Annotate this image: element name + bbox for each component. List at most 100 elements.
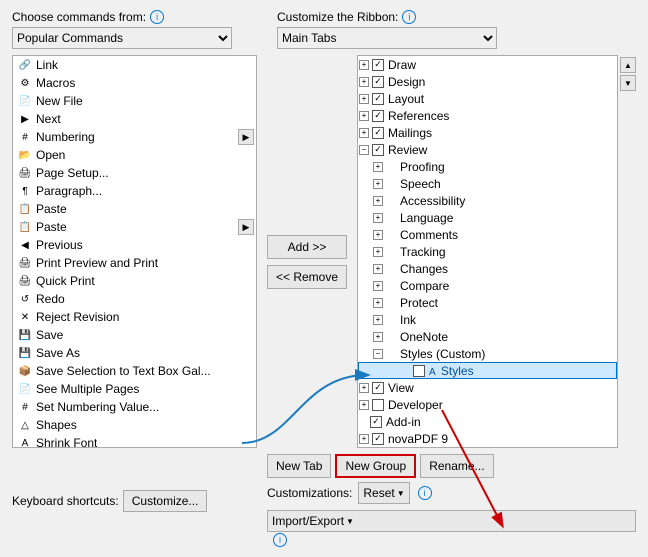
tree-expand-icon[interactable]: −	[373, 349, 383, 359]
tree-item[interactable]: +novaPDF 9	[358, 430, 617, 447]
tree-item[interactable]: +Changes	[358, 260, 617, 277]
tree-expand-icon[interactable]: +	[359, 77, 369, 87]
add-button[interactable]: Add >>	[267, 235, 347, 259]
tree-item[interactable]: −Review	[358, 141, 617, 158]
left-list-item[interactable]: 🖨Page Setup...	[13, 164, 256, 182]
tree-checkbox[interactable]	[372, 127, 384, 139]
left-list-item[interactable]: 🔗Link	[13, 56, 256, 74]
tree-expand-icon[interactable]: +	[373, 315, 383, 325]
tree-expand-icon[interactable]: +	[373, 162, 383, 172]
left-list-item[interactable]: ↺Redo	[13, 290, 256, 308]
tree-item[interactable]: +References	[358, 107, 617, 124]
reset-dropdown[interactable]: Reset ▼	[358, 482, 409, 504]
tree-item[interactable]: +Proofing	[358, 158, 617, 175]
tree-item[interactable]: +Protect	[358, 294, 617, 311]
left-list-item[interactable]: 📋Paste▶	[13, 218, 256, 236]
left-list-item[interactable]: △Shapes	[13, 416, 256, 434]
tree-item[interactable]: +Compare	[358, 277, 617, 294]
left-list-item[interactable]: 📂Open	[13, 146, 256, 164]
tree-item[interactable]: +Design	[358, 73, 617, 90]
scroll-down-button[interactable]: ▼	[620, 75, 636, 91]
tree-item[interactable]: +Developer	[358, 396, 617, 413]
tree-item[interactable]: +Draw	[358, 56, 617, 73]
customizations-info-icon[interactable]: i	[418, 486, 432, 500]
tree-expand-icon[interactable]: +	[373, 179, 383, 189]
left-list-item[interactable]: #Numbering▶	[13, 128, 256, 146]
left-list-item[interactable]: 💾Save As	[13, 344, 256, 362]
new-group-button[interactable]: New Group	[335, 454, 416, 478]
tree-expand-icon[interactable]: +	[359, 60, 369, 70]
tree-checkbox[interactable]	[372, 110, 384, 122]
tree-expand-icon[interactable]: +	[373, 230, 383, 240]
left-list-item[interactable]: 💾Save	[13, 326, 256, 344]
left-list-item[interactable]: 📋Paste	[13, 200, 256, 218]
tree-expand-icon[interactable]: +	[359, 128, 369, 138]
list-item-text: Set Numbering Value...	[36, 400, 159, 414]
import-export-info-icon[interactable]: i	[273, 533, 287, 547]
left-list-item[interactable]: 🖨Quick Print	[13, 272, 256, 290]
left-panel: 🔗Link⚙Macros📄New File▶Next#Numbering▶📂Op…	[12, 55, 257, 448]
left-list-item[interactable]: ¶Paragraph...	[13, 182, 256, 200]
left-info-icon[interactable]: i	[150, 10, 164, 24]
expand-more-icon[interactable]: ▶	[238, 129, 254, 145]
scroll-up-button[interactable]: ▲	[620, 57, 636, 73]
right-info-icon[interactable]: i	[402, 10, 416, 24]
tree-expand-icon[interactable]: +	[359, 400, 369, 410]
left-list-item[interactable]: 📄See Multiple Pages	[13, 380, 256, 398]
left-list-item[interactable]: ⚙Macros	[13, 74, 256, 92]
tree-checkbox[interactable]	[372, 433, 384, 445]
tree-expand-icon[interactable]: +	[373, 281, 383, 291]
tree-checkbox[interactable]	[372, 59, 384, 71]
tree-expand-icon[interactable]: +	[373, 298, 383, 308]
tree-item[interactable]: +Layout	[358, 90, 617, 107]
left-dropdown[interactable]: Popular Commands	[12, 27, 232, 49]
tree-item[interactable]: +Accessibility	[358, 192, 617, 209]
left-list-item[interactable]: 🖨Print Preview and Print	[13, 254, 256, 272]
customize-button[interactable]: Customize...	[123, 490, 208, 512]
right-dropdown[interactable]: Main Tabs	[277, 27, 497, 49]
tree-item[interactable]: +Language	[358, 209, 617, 226]
expand-more-icon[interactable]: ▶	[238, 219, 254, 235]
tree-item[interactable]: +Comments	[358, 226, 617, 243]
right-tree-list[interactable]: +Draw+Design+Layout+References+Mailings−…	[357, 55, 618, 448]
tree-checkbox[interactable]	[372, 144, 384, 156]
tree-expand-icon[interactable]: +	[373, 213, 383, 223]
remove-button[interactable]: << Remove	[267, 265, 347, 289]
tree-expand-icon[interactable]: +	[373, 196, 383, 206]
left-list-item[interactable]: ▶Next	[13, 110, 256, 128]
tree-checkbox[interactable]	[372, 93, 384, 105]
left-list-item[interactable]: ◀Previous	[13, 236, 256, 254]
tree-item[interactable]: A Styles	[358, 362, 617, 379]
tree-expand-icon[interactable]: +	[373, 332, 383, 342]
tree-expand-icon[interactable]: −	[359, 145, 369, 155]
tree-expand-icon[interactable]: +	[359, 434, 369, 444]
tree-checkbox[interactable]	[370, 416, 382, 428]
tree-expand-icon[interactable]: +	[373, 247, 383, 257]
tree-expand-icon[interactable]: +	[359, 111, 369, 121]
tree-checkbox[interactable]	[372, 76, 384, 88]
tree-item[interactable]: +Speech	[358, 175, 617, 192]
left-list-item[interactable]: #Set Numbering Value...	[13, 398, 256, 416]
tree-item[interactable]: −Styles (Custom)	[358, 345, 617, 362]
tree-checkbox[interactable]	[413, 365, 425, 377]
left-list-item[interactable]: 📦Save Selection to Text Box Gal...	[13, 362, 256, 380]
tree-expand-icon[interactable]: +	[373, 264, 383, 274]
new-tab-button[interactable]: New Tab	[267, 454, 331, 478]
tree-item[interactable]: +Ink	[358, 311, 617, 328]
tree-item[interactable]: +Tracking	[358, 243, 617, 260]
import-export-dropdown[interactable]: Import/Export ▼	[267, 510, 636, 532]
tree-checkbox[interactable]	[372, 382, 384, 394]
tree-item[interactable]: Add-in	[358, 413, 617, 430]
tree-expand-icon[interactable]: +	[359, 383, 369, 393]
tree-item[interactable]: +View	[358, 379, 617, 396]
left-list-item[interactable]: ✕Reject Revision	[13, 308, 256, 326]
tree-checkbox[interactable]	[372, 399, 384, 411]
tree-expand-icon[interactable]: +	[359, 94, 369, 104]
left-list[interactable]: 🔗Link⚙Macros📄New File▶Next#Numbering▶📂Op…	[12, 55, 257, 448]
left-list-item[interactable]: 📄New File	[13, 92, 256, 110]
tree-item[interactable]: +OneNote	[358, 328, 617, 345]
list-item-icon: A	[17, 435, 33, 448]
left-list-item[interactable]: AShrink Font	[13, 434, 256, 448]
tree-item[interactable]: +Mailings	[358, 124, 617, 141]
rename-button[interactable]: Rename...	[420, 454, 493, 478]
